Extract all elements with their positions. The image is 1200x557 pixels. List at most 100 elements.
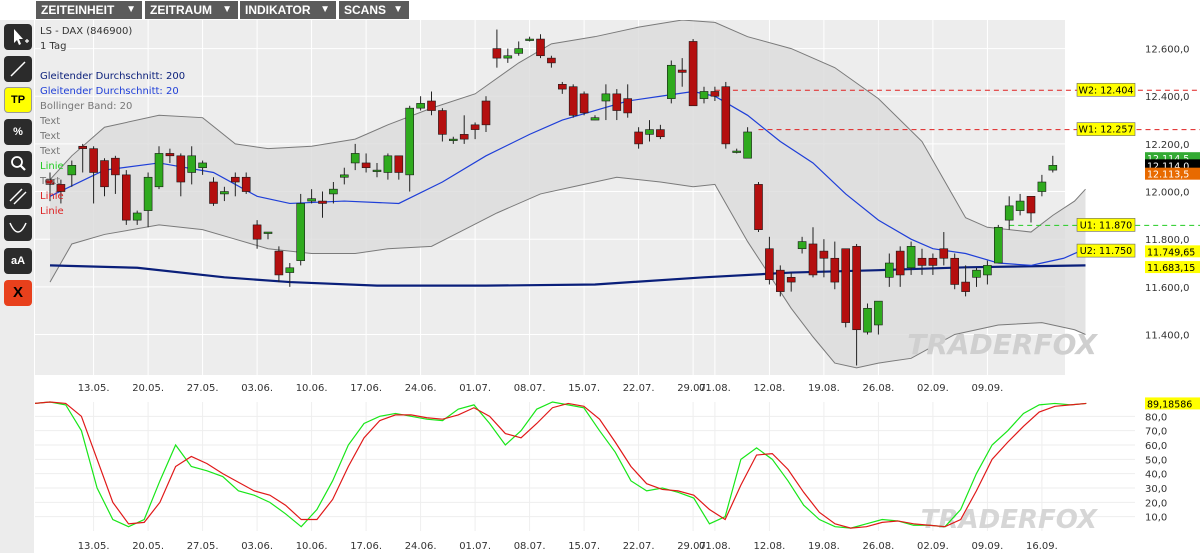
price-x-tick-label: 26.08. [862, 383, 894, 394]
candle-body [503, 55, 513, 59]
top-menu-bar: ZEITEINHEIT ▼ ZEITRAUM ▼ INDIKATOR ▼ SCA… [0, 0, 1200, 20]
menu-label: ZEITEINHEIT [41, 3, 115, 17]
level-label-box: U1: 11.870 [1076, 218, 1136, 232]
zoom-tool[interactable] [4, 151, 32, 177]
price-x-tick-label: 19.08. [808, 383, 840, 394]
osc-y-tick-label: 20,0 [1145, 498, 1167, 509]
price-tag-text: 11.683,15 [1147, 263, 1195, 274]
osc-y-tick-label: 60,0 [1145, 441, 1167, 452]
level-label-box: W1: 12.257 [1076, 122, 1136, 136]
price-y-tick-label: 12.000,0 [1145, 188, 1190, 199]
osc-x-tick-label: 10.06. [296, 541, 328, 552]
magnifier-icon [11, 156, 26, 171]
candle-body [775, 269, 785, 292]
candle-body [557, 84, 567, 90]
level-label-text: U2: 11.750 [1080, 246, 1132, 257]
delete-tool[interactable]: X [4, 280, 32, 306]
tp-tool[interactable]: TP [4, 87, 32, 113]
level-label-text: W1: 12.257 [1079, 125, 1134, 136]
candle-body [732, 150, 742, 153]
legend-item: Text [39, 176, 60, 187]
candle-body [536, 38, 545, 57]
candle-body [830, 257, 840, 283]
candle-body [307, 198, 316, 202]
chart-svg[interactable]: 11.400,0 11.600,0 11.800,0 12.000,0 12.200,0… [34, 19, 1200, 553]
arc-tool[interactable] [4, 215, 32, 241]
menu-zeiteinheit[interactable]: ZEITEINHEIT ▼ [36, 1, 142, 19]
price-x-tick-label: 22.07. [623, 383, 655, 394]
candle-body [198, 162, 207, 169]
arc-icon [9, 222, 27, 233]
candle-body [176, 155, 186, 183]
osc-x-tick-label: 02.09. [917, 541, 949, 552]
osc-x-tick-label: 01.07. [459, 541, 491, 552]
candle-body [1004, 205, 1014, 221]
traderfox-watermark-osc: TRADERFOX [921, 505, 1099, 535]
candle-body [481, 100, 491, 126]
price-x-tick-label: 13.05. [78, 383, 110, 394]
caret-down-icon: ▼ [126, 4, 136, 15]
osc-x-tick-label: 27.05. [187, 541, 219, 552]
cursor-plus-icon [14, 29, 29, 45]
candle-body [448, 138, 458, 141]
osc-x-tick-label: 15.07. [568, 541, 600, 552]
candle-body [525, 38, 534, 41]
level-label-box: U2: 11.750 [1076, 243, 1136, 258]
candle-body [361, 162, 371, 169]
parallel-lines-icon [9, 188, 27, 205]
candle-body [89, 148, 98, 173]
osc-x-tick-label: 12.08. [753, 541, 785, 552]
level-label-text: W2: 12.404 [1079, 85, 1134, 96]
candle-body [372, 169, 382, 172]
candle-body [754, 184, 763, 230]
text-tool[interactable]: aA [4, 248, 32, 274]
legend-item: Bollinger Band: 20 [40, 101, 132, 112]
osc-x-tick-label: 03.06. [241, 541, 273, 552]
price-x-tick-label: 12.08. [753, 383, 785, 394]
osc-x-tick-label: 17.06. [350, 541, 382, 552]
price-x-tick-label: 10.06. [296, 383, 328, 394]
candle-body [514, 48, 524, 54]
candle-body [111, 157, 120, 176]
price-y-tick-label: 12.400,0 [1145, 92, 1190, 103]
candle-body [143, 176, 153, 211]
candle-body [78, 145, 88, 149]
osc-x-tick-label: 09.09. [971, 541, 1003, 552]
legend-item: Linie [40, 206, 64, 217]
tp-label: TP [10, 94, 26, 106]
candle-body [917, 257, 927, 266]
candle-body [841, 248, 851, 323]
candle-body [132, 212, 142, 221]
price-x-tick-label: 15.07. [568, 383, 600, 394]
price-y-tick-label: 11.800,0 [1145, 235, 1190, 246]
price-x-tick-label: 09.09. [971, 383, 1003, 394]
level-label-text: U1: 11.870 [1080, 220, 1132, 231]
candle-body [459, 134, 469, 140]
menu-scans[interactable]: SCANS ▼ [339, 1, 409, 19]
caret-down-icon: ▼ [393, 4, 403, 15]
drawing-toolbar: TP % aA X [0, 20, 34, 553]
price-x-tick-label: 02.09. [917, 383, 949, 394]
candle-body [579, 93, 589, 114]
percent-tool[interactable]: % [4, 119, 32, 145]
menu-zeitraum[interactable]: ZEITRAUM ▼ [145, 1, 238, 19]
candle-body [231, 176, 240, 183]
caret-down-icon: ▼ [222, 4, 232, 15]
candle-body [656, 129, 665, 138]
channel-tool[interactable] [4, 183, 32, 209]
legend-item: Text [39, 131, 60, 142]
candle-body [677, 69, 687, 73]
price-x-tick-label: 01.08. [699, 383, 731, 394]
candle-body [808, 243, 818, 276]
candle-body [1026, 196, 1036, 214]
candle-body [699, 91, 709, 99]
candle-body [350, 153, 360, 164]
menu-indikator[interactable]: INDIKATOR ▼ [240, 1, 336, 19]
traderfox-watermark: TRADERFOX [907, 328, 1098, 361]
trendline-tool[interactable] [4, 56, 32, 82]
candle-body [688, 41, 698, 107]
line-icon [10, 61, 26, 77]
candle-body [187, 155, 196, 173]
cursor-tool[interactable] [4, 24, 32, 50]
menu-label: ZEITRAUM [150, 3, 212, 17]
